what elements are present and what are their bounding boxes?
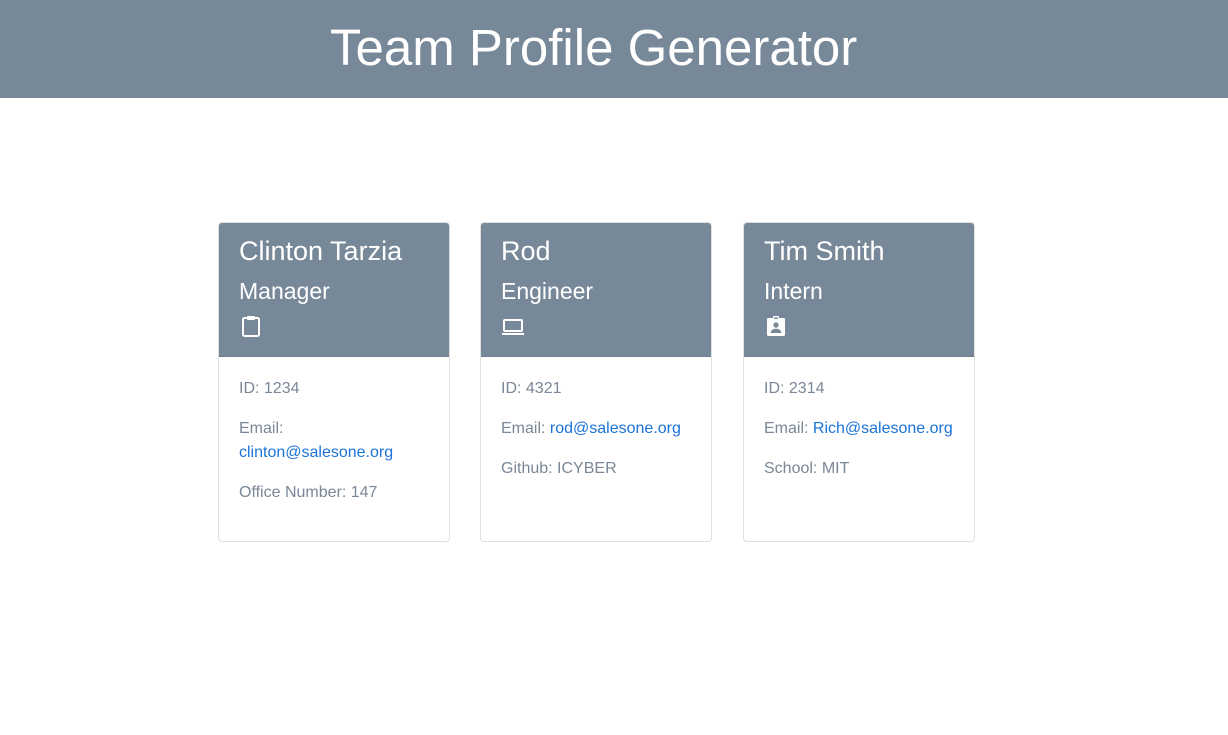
employee-id: ID: 1234 bbox=[239, 377, 429, 401]
id-value: 2314 bbox=[788, 380, 825, 397]
employee-role: Intern bbox=[764, 278, 823, 304]
page-title: Team Profile Generator bbox=[330, 19, 858, 76]
employee-card-engineer: Rod Engineer ID: 4321 Email: rod@saleson… bbox=[480, 222, 712, 542]
employee-id: ID: 2314 bbox=[764, 377, 954, 401]
email-label: Email: bbox=[764, 420, 809, 437]
school-label: School: bbox=[764, 460, 818, 477]
id-label: ID: bbox=[501, 380, 522, 397]
employee-office-number: Office Number: 147 bbox=[239, 481, 429, 505]
id-label: ID: bbox=[764, 380, 785, 397]
employee-name: Rod bbox=[501, 236, 551, 266]
employee-email: Email: Rich@salesone.org bbox=[764, 417, 954, 441]
card-header: Tim Smith Intern bbox=[744, 223, 974, 357]
employee-email: Email: clinton@salesone.org bbox=[239, 417, 429, 465]
employee-role: Engineer bbox=[501, 278, 594, 304]
clipboard-icon bbox=[239, 314, 263, 338]
office-number-label: Office Number: bbox=[239, 484, 347, 501]
office-number-value: 147 bbox=[350, 484, 378, 501]
employee-email: Email: rod@salesone.org bbox=[501, 417, 691, 441]
employee-github: Github: ICYBER bbox=[501, 457, 691, 481]
employee-id: ID: 4321 bbox=[501, 377, 691, 401]
card-body: ID: 4321 Email: rod@salesone.org Github:… bbox=[481, 357, 711, 481]
laptop-icon bbox=[501, 314, 525, 338]
school-value: MIT bbox=[821, 460, 850, 477]
employee-card-manager: Clinton Tarzia Manager ID: 1234 Email: c… bbox=[218, 222, 450, 542]
id-badge-icon bbox=[764, 314, 788, 338]
employee-school: School: MIT bbox=[764, 457, 954, 481]
card-body: ID: 1234 Email: clinton@salesone.org Off… bbox=[219, 357, 449, 505]
id-value: 1234 bbox=[263, 380, 300, 397]
email-link[interactable]: Rich@salesone.org bbox=[813, 420, 953, 437]
employee-card-intern: Tim Smith Intern ID: 2314 Email: Rich@sa… bbox=[743, 222, 975, 542]
card-header: Clinton Tarzia Manager bbox=[219, 223, 449, 357]
email-link[interactable]: clinton@salesone.org bbox=[239, 444, 393, 461]
email-label: Email: bbox=[501, 420, 546, 437]
email-label: Email: bbox=[239, 420, 284, 437]
card-header: Rod Engineer bbox=[481, 223, 711, 357]
id-value: 4321 bbox=[525, 380, 562, 397]
employee-name: Tim Smith bbox=[764, 236, 885, 266]
employee-role: Manager bbox=[239, 278, 330, 304]
github-value: ICYBER bbox=[557, 460, 617, 477]
id-label: ID: bbox=[239, 380, 260, 397]
page-header: Team Profile Generator bbox=[0, 0, 1228, 98]
email-link[interactable]: rod@salesone.org bbox=[550, 420, 681, 437]
employee-name: Clinton Tarzia bbox=[239, 236, 403, 266]
card-body: ID: 2314 Email: Rich@salesone.org School… bbox=[744, 357, 974, 481]
github-label: Github: bbox=[501, 460, 553, 477]
